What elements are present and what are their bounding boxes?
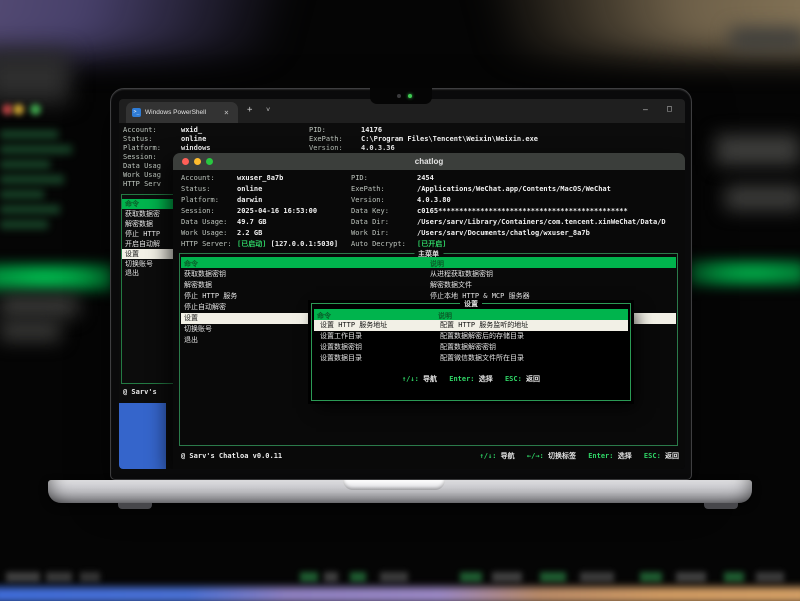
bg-text-row — [0, 160, 50, 169]
ps-footer-text: @ Sarv's — [123, 388, 157, 396]
bg-blur-block — [715, 135, 800, 165]
laptop-foot — [118, 503, 152, 509]
bg-text-fragment — [300, 572, 318, 582]
main-menu-header: 命令 说明 — [181, 257, 676, 268]
camera-icon — [397, 94, 401, 98]
info-row: Account:wxuser_8a7b PID:2454 — [181, 173, 215, 183]
menu-item[interactable]: 设置数据目录配置微信数据文件所在目录 — [314, 353, 628, 364]
bg-dock-gradient — [0, 587, 800, 601]
bg-text-fragment — [80, 572, 100, 582]
bg-text-row — [0, 190, 44, 199]
powershell-tab-title: Windows PowerShell — [145, 109, 206, 116]
bg-text-fragment — [380, 572, 408, 582]
ps-info-row: HTTP Serv — [123, 180, 161, 189]
bg-text-row — [0, 205, 60, 214]
bg-text-row — [0, 175, 64, 184]
bg-text-row — [0, 130, 58, 139]
bg-blurred-window — [0, 52, 70, 102]
bg-green-band-right — [688, 260, 800, 286]
window-title: chatlog — [173, 157, 685, 166]
tab-close-icon[interactable]: × — [224, 108, 229, 117]
bg-blur-block — [730, 28, 800, 50]
bg-green-band-left — [0, 264, 114, 291]
maximize-icon[interactable]: □ — [667, 104, 672, 113]
bg-traffic-yellow — [13, 104, 24, 115]
bg-traffic-red — [2, 104, 13, 115]
bg-text-fragment — [46, 572, 72, 582]
ps-info-row: Account:wxid_ — [123, 126, 157, 135]
bg-traffic-green — [30, 104, 41, 115]
ps-info-row: Data Usag — [123, 162, 161, 171]
settings-dialog: 设置 命令 说明 设置 HTTP 服务地址配置 HTTP 服务监听的地址 设置工… — [311, 303, 631, 401]
ps-info-row: Platform:windows — [123, 144, 161, 153]
menu-item[interactable]: 解密数据解密数据文件 — [181, 280, 676, 291]
tab-dropdown-icon[interactable]: ˅ — [266, 106, 270, 115]
bg-text-fragment — [756, 572, 784, 582]
ps-info-row: Version:4.0.3.36 — [309, 144, 343, 153]
laptop-foot — [704, 503, 738, 509]
bg-text-fragment — [492, 572, 522, 582]
chatlog-window: chatlog Account:wxuser_8a7b PID:2454 Sta… — [173, 153, 685, 469]
app-version-text: @ Sarv's Chatloa v0.0.11 — [181, 450, 282, 462]
settings-dialog-title: 设置 — [460, 299, 482, 309]
menu-item[interactable]: 停止 HTTP 服务停止本地 HTTP & MCP 服务器 — [181, 291, 676, 302]
info-row: Work Usage:2.2 GB Work Dir:/Users/sarv/D… — [181, 228, 227, 238]
bg-text-fragment — [6, 572, 40, 582]
ps-info-row: Session: — [123, 153, 157, 162]
bg-text-fragment — [676, 572, 706, 582]
bg-text-fragment — [324, 572, 338, 582]
info-row: Platform:darwin Version:4.0.3.80 — [181, 195, 219, 205]
powershell-icon: >_ — [132, 108, 141, 117]
status-badge: [已启动] — [237, 240, 266, 248]
ps-info-row: ExePath:C:\Program Files\Tencent\Weixin\… — [309, 135, 343, 144]
dialog-help-bar: ↑/↓: 导航 Enter: 选择 ESC: 返回 — [312, 374, 630, 384]
ps-info-row: Work Usag — [123, 171, 161, 180]
ps-info-row: Status:online — [123, 135, 153, 144]
bg-gradient-tan — [430, 0, 800, 55]
info-row: Session:2025-04-16 16:53:00 Data Key:c01… — [181, 206, 215, 216]
laptop-base — [48, 480, 752, 503]
new-tab-icon[interactable]: + — [247, 105, 252, 115]
laptop-lid-notch — [343, 480, 445, 490]
menu-item[interactable]: 获取数据密钥从进程获取数据密钥 — [181, 269, 676, 280]
laptop-screen: >_ Windows PowerShell × + ˅ — □ Account:… — [110, 88, 692, 480]
screen-display: >_ Windows PowerShell × + ˅ — □ Account:… — [119, 99, 685, 469]
camera-indicator-light — [408, 94, 412, 98]
info-row: Status:online ExePath:/Applications/WeCh… — [181, 184, 211, 194]
bg-blur-block — [725, 186, 800, 210]
menu-item-selected[interactable]: 设置 HTTP 服务地址配置 HTTP 服务监听的地址 — [314, 320, 628, 331]
bg-text-fragment — [540, 572, 566, 582]
ps-blue-block — [119, 403, 166, 469]
bg-text-fragment — [640, 572, 662, 582]
bg-text-fragment — [350, 572, 366, 582]
status-bar: @ Sarv's Chatloa v0.0.11 ↑/↓: 导航 ←/→: 切换… — [173, 450, 685, 464]
bg-text-fragment — [460, 572, 482, 582]
info-row: Data Usage:49.7 GB Data Dir:/Users/sarv/… — [181, 217, 227, 227]
ps-info-row: PID:14176 — [309, 126, 326, 135]
settings-header: 命令 说明 — [314, 309, 628, 320]
info-row-http: HTTP Server: [已启动] [127.0.0.1:5030] Auto… — [181, 239, 232, 249]
bg-text-fragment — [724, 572, 744, 582]
status-badge: [已开启] — [417, 239, 679, 249]
bg-blur-block — [0, 296, 78, 316]
bg-gradient-purple — [0, 0, 370, 55]
bg-text-fragment — [580, 572, 614, 582]
powershell-tab[interactable]: >_ Windows PowerShell × — [126, 102, 238, 123]
chatlog-titlebar[interactable]: chatlog — [173, 153, 685, 170]
minimize-icon[interactable]: — — [643, 105, 648, 114]
bg-text-row — [0, 145, 72, 154]
camera-notch — [370, 88, 432, 104]
status-help-bar: ↑/↓: 导航 ←/→: 切换标签 Enter: 选择 ESC: 返回 — [480, 450, 679, 462]
menu-item[interactable]: 设置数据密钥配置数据解密密钥 — [314, 342, 628, 353]
bg-blur-block — [0, 322, 60, 340]
menu-item[interactable]: 设置工作目录配置数据解密后的存储目录 — [314, 331, 628, 342]
bg-text-row — [0, 220, 48, 229]
